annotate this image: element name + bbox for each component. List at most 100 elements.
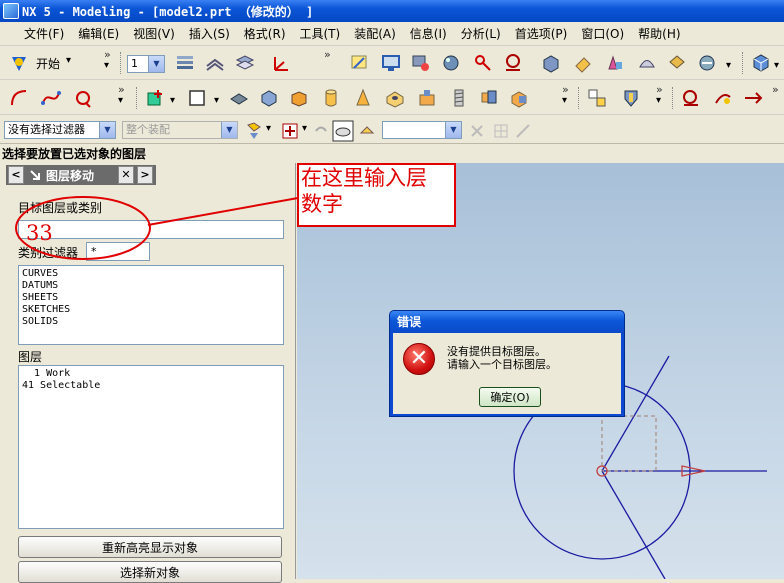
menu-information[interactable]: 信息(I) <box>410 25 447 42</box>
menu-assemblies[interactable]: 装配(A) <box>354 25 396 42</box>
menu-window[interactable]: 窗口(O) <box>581 25 624 42</box>
annotation-number: 33 <box>26 221 53 245</box>
cone-icon[interactable] <box>352 87 374 109</box>
view-cube-icon[interactable] <box>750 52 772 74</box>
block-icon[interactable] <box>288 87 310 109</box>
thread-icon[interactable] <box>448 87 470 109</box>
toolbar-grip[interactable] <box>578 87 581 109</box>
select-new-objects-button[interactable]: 选择新对象 <box>18 561 282 583</box>
menu-insert[interactable]: 插入(S) <box>189 25 230 42</box>
extend-curve-icon[interactable] <box>742 87 764 109</box>
window-title: NX 5 - Modeling - [model2.prt （修改的） ] <box>22 4 314 19</box>
curve-analysis-icon[interactable] <box>680 87 702 109</box>
shape-studio-icon[interactable] <box>636 52 658 74</box>
layer-settings-icon[interactable] <box>174 52 196 74</box>
toolbar-dropdown-icon[interactable]: ▾ <box>118 95 123 106</box>
toolbar-dropdown-icon[interactable]: ▾ <box>104 60 109 71</box>
scope-filter-combo: 整个装配 ▼ <box>122 121 238 139</box>
select-all-icon[interactable] <box>332 120 354 142</box>
drafting-icon[interactable] <box>572 52 594 74</box>
toolbar-grip[interactable] <box>120 52 123 74</box>
spline-icon[interactable] <box>40 87 62 109</box>
toolbar-dropdown-icon[interactable]: ▾ <box>302 123 307 134</box>
subtract-icon[interactable] <box>508 87 530 109</box>
edit-feature-icon[interactable] <box>586 87 608 109</box>
menu-tools[interactable]: 工具(T) <box>300 25 341 42</box>
point-constructor-icon[interactable] <box>280 121 300 141</box>
category-list[interactable]: CURVES DATUMS SHEETS SKETCHES SOLIDS <box>18 265 284 345</box>
assemblies-icon[interactable] <box>696 52 718 74</box>
target-layer-input[interactable] <box>18 220 284 239</box>
menu-preferences[interactable]: 首选项(P) <box>515 25 568 42</box>
toolbar-overflow-icon[interactable]: » <box>324 48 331 61</box>
unite-icon[interactable] <box>478 87 500 109</box>
toolbar-overflow-icon[interactable]: » <box>772 83 779 96</box>
shaded-icon[interactable] <box>440 52 462 74</box>
extrude-icon[interactable] <box>228 87 250 109</box>
toolbar-grip[interactable] <box>742 52 745 74</box>
layer-selector-combo[interactable]: 1 ▼ <box>127 55 165 73</box>
datum-plane-icon[interactable] <box>144 87 166 109</box>
snap-mode-combo[interactable]: ▼ <box>382 121 462 139</box>
snap-point-icon[interactable] <box>244 121 264 141</box>
list-item[interactable]: SHEETS <box>22 292 280 304</box>
revolve-icon[interactable] <box>258 87 280 109</box>
list-item[interactable]: 41 Selectable <box>22 380 280 392</box>
modeling-icon[interactable] <box>540 52 562 74</box>
toolbar-dropdown-icon[interactable]: ▾ <box>656 95 661 106</box>
gateway-icon[interactable] <box>666 52 688 74</box>
helix-icon[interactable] <box>72 87 94 109</box>
boss-icon[interactable] <box>416 87 438 109</box>
undo-select-icon[interactable] <box>312 121 330 141</box>
move-to-layer-icon[interactable] <box>234 52 256 74</box>
render-icon[interactable] <box>410 52 432 74</box>
ok-button[interactable]: 确定(O) <box>479 387 541 407</box>
toolbar-dropdown-icon[interactable]: ▾ <box>266 123 271 134</box>
arc-icon[interactable] <box>8 87 30 109</box>
window-title-bar[interactable]: NX 5 - Modeling - [model2.prt （修改的） ] <box>0 0 784 22</box>
dialog-next-button[interactable]: > <box>137 166 153 184</box>
analysis-icon[interactable] <box>502 52 524 74</box>
layer-visible-icon[interactable] <box>204 52 226 74</box>
toolbar-dropdown-icon[interactable]: ▾ <box>170 95 175 106</box>
menu-edit[interactable]: 编辑(E) <box>78 25 119 42</box>
layer-list[interactable]: 1 Work 41 Selectable <box>18 365 284 529</box>
type-filter-combo[interactable]: 没有选择过滤器 ▼ <box>4 121 116 139</box>
pointer-icon[interactable] <box>358 121 376 141</box>
toolbar-grip[interactable] <box>672 87 675 109</box>
sketch-rect-icon[interactable] <box>186 87 208 109</box>
scope-filter-value: 整个装配 <box>126 123 170 136</box>
menu-format[interactable]: 格式(R) <box>244 25 286 42</box>
start-dropdown-icon[interactable]: ▾ <box>66 55 71 66</box>
start-menu-button[interactable]: 开始 <box>36 55 60 72</box>
measure-icon[interactable] <box>472 52 494 74</box>
category-filter-input[interactable]: * <box>86 242 150 261</box>
toolbar-dropdown-icon[interactable]: ▾ <box>214 95 219 106</box>
toolbar-dropdown-icon[interactable]: ▾ <box>562 95 567 106</box>
list-item[interactable]: SKETCHES <box>22 304 280 316</box>
list-item[interactable]: SOLIDS <box>22 316 280 328</box>
list-item[interactable]: 1 Work <box>22 368 280 380</box>
manufacturing-icon[interactable] <box>604 52 626 74</box>
toolbar-grip[interactable] <box>136 87 139 109</box>
menu-help[interactable]: 帮助(H) <box>638 25 680 42</box>
toolbar-dropdown-icon[interactable]: ▾ <box>774 60 779 71</box>
menu-view[interactable]: 视图(V) <box>133 25 175 42</box>
error-dialog-title[interactable]: 错误 <box>390 311 624 333</box>
menu-analysis[interactable]: 分析(L) <box>461 25 501 42</box>
feature-parameters-icon[interactable] <box>620 87 642 109</box>
menu-file[interactable]: 文件(F) <box>24 25 64 42</box>
wcs-icon[interactable] <box>270 52 292 74</box>
cylinder-icon[interactable] <box>320 87 342 109</box>
list-item[interactable]: CURVES <box>22 268 280 280</box>
toolbar-dropdown-icon[interactable]: ▾ <box>726 60 731 71</box>
trim-icon[interactable] <box>712 87 734 109</box>
close-icon[interactable]: ✕ <box>118 166 134 184</box>
sketch-icon[interactable] <box>348 52 370 74</box>
dialog-prev-button[interactable]: < <box>8 166 24 184</box>
list-item[interactable]: DATUMS <box>22 280 280 292</box>
reselect-highlight-button[interactable]: 重新高亮显示对象 <box>18 536 282 558</box>
hole-icon[interactable] <box>384 87 406 109</box>
menu-bar: 文件(F) 编辑(E) 视图(V) 插入(S) 格式(R) 工具(T) 装配(A… <box>0 22 784 46</box>
display-icon[interactable] <box>380 52 402 74</box>
